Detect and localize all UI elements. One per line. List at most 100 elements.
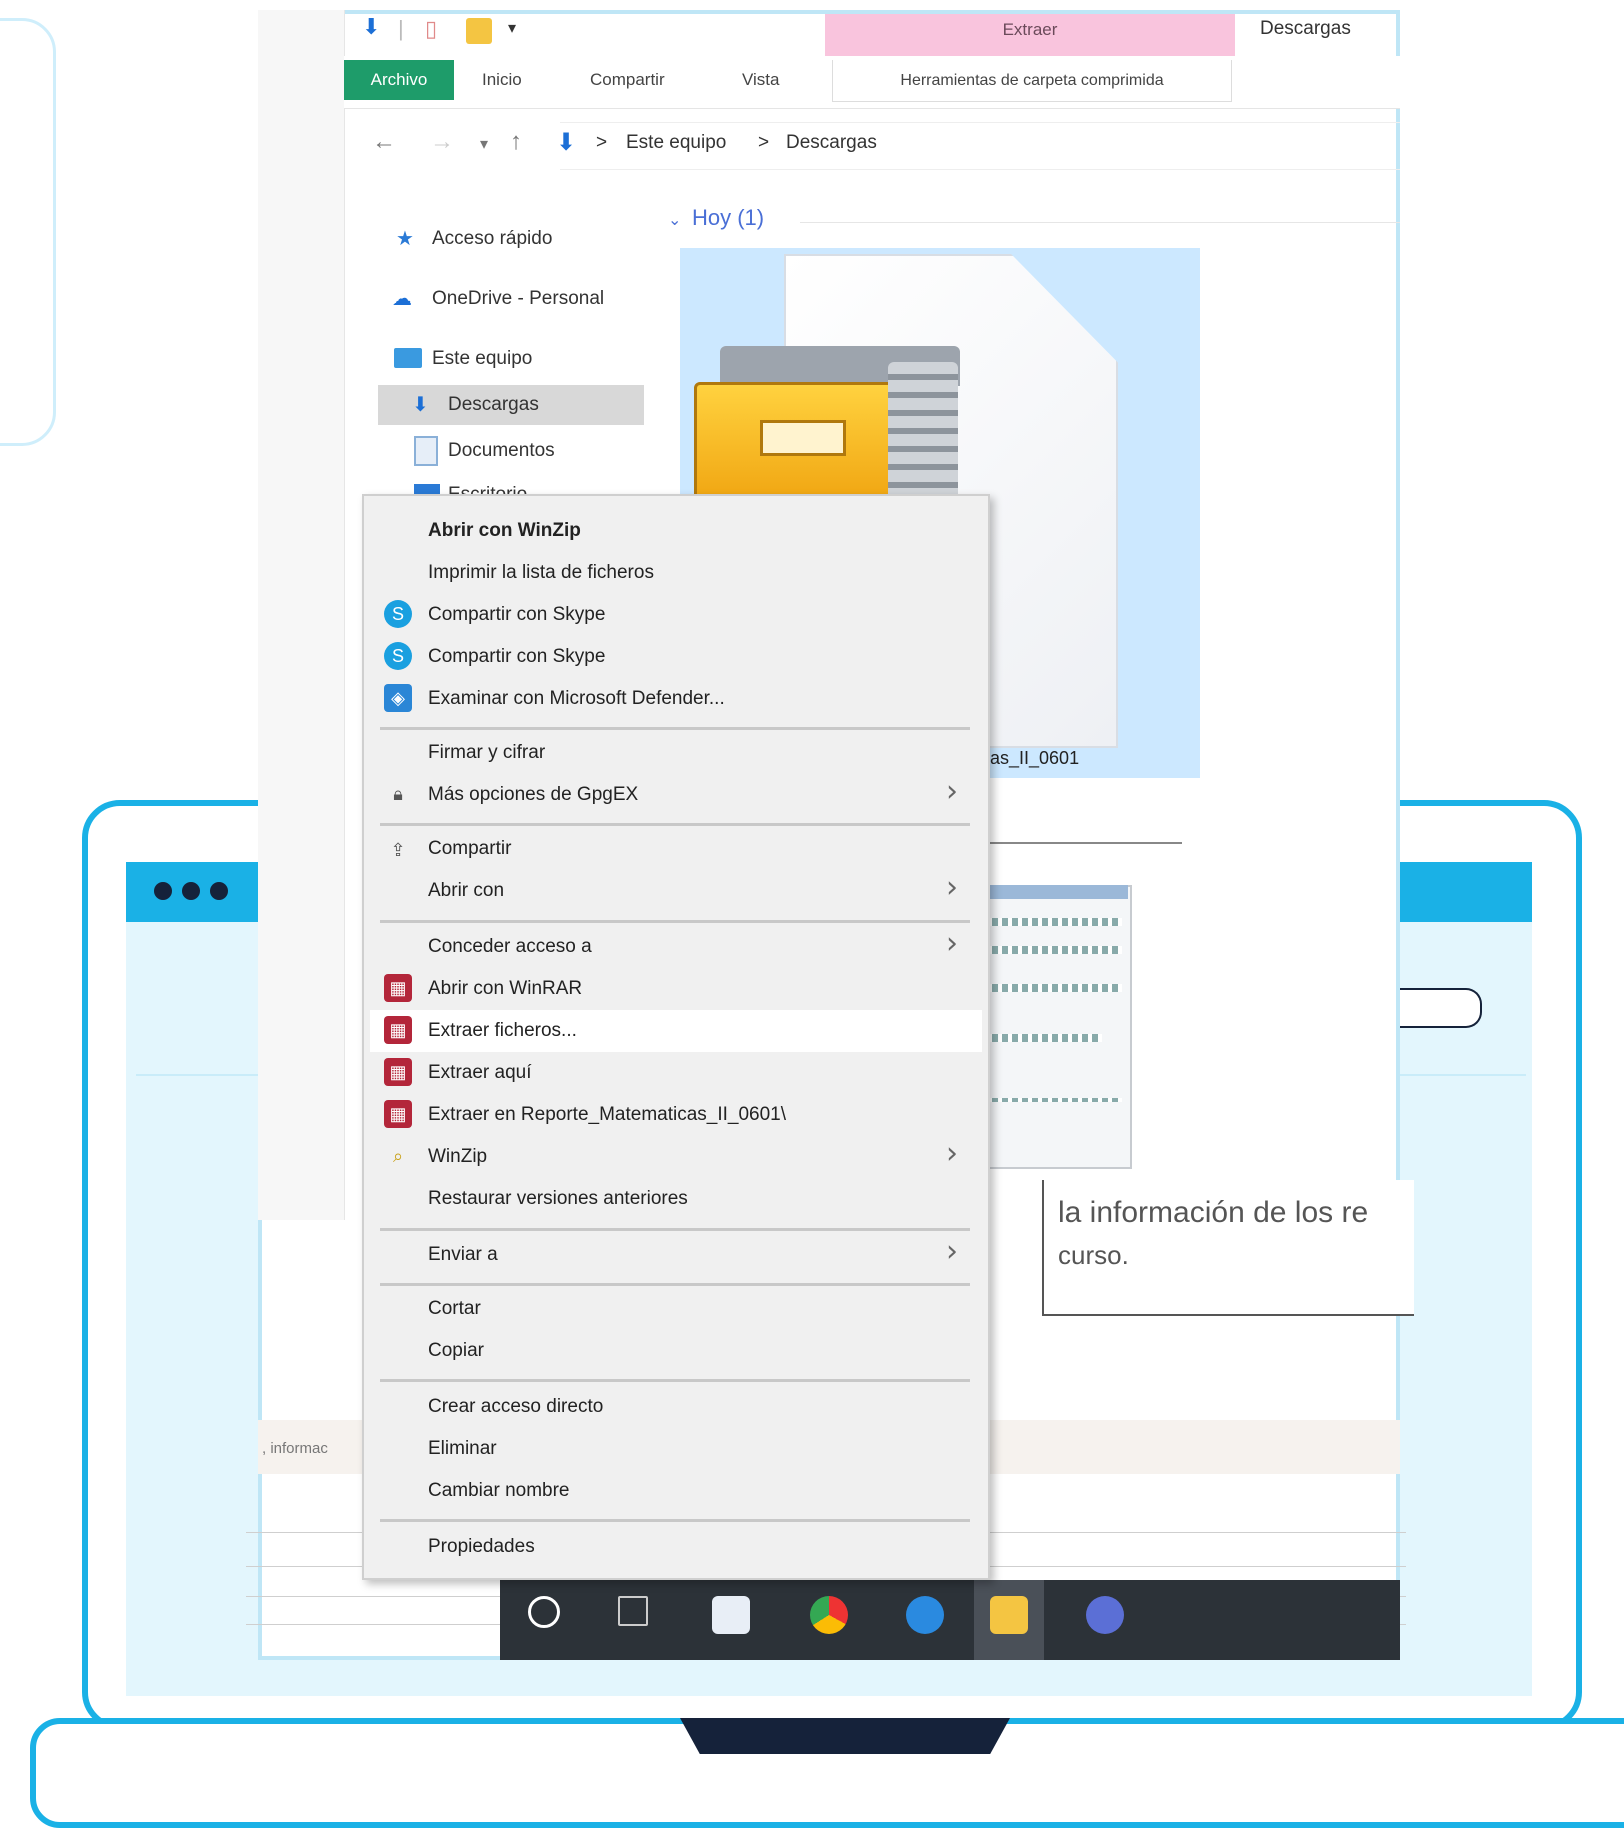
- winrar-icon: ▦: [384, 1058, 412, 1086]
- menu-item-crear-acceso-directo[interactable]: Crear acceso directo: [428, 1396, 603, 1418]
- recent-dropdown-icon[interactable]: ▾: [480, 134, 488, 154]
- menu-item-propiedades[interactable]: Propiedades: [428, 1536, 535, 1558]
- file-name-label: as_II_0601: [990, 748, 1080, 768]
- window-dot-icon: [210, 882, 228, 900]
- menu-item-extraer-ficheros[interactable]: Extraer ficheros...: [428, 1020, 577, 1042]
- breadcrumb-separator: >: [596, 132, 608, 153]
- nav-item-este-equipo[interactable]: Este equipo: [432, 348, 532, 370]
- menu-item-winzip[interactable]: WinZip: [428, 1146, 487, 1168]
- group-header[interactable]: Hoy (1): [692, 205, 764, 231]
- menu-separator: [380, 1519, 970, 1522]
- defender-icon: ◈: [384, 684, 412, 712]
- menu-item-abrir-con-winzip[interactable]: Abrir con WinZip: [428, 520, 581, 542]
- menu-item-conceder-acceso[interactable]: Conceder acceso a: [428, 936, 592, 958]
- document-text-line: la información de los re: [1058, 1196, 1369, 1229]
- teams-icon[interactable]: [1086, 1596, 1124, 1634]
- decorative-frame: [0, 18, 56, 446]
- menu-item-abrir-winrar[interactable]: Abrir con WinRAR: [428, 978, 582, 1000]
- properties-icon[interactable]: ▯: [425, 16, 437, 42]
- lock-icon: 🔒︎: [393, 784, 403, 804]
- document-text-line: curso.: [1058, 1240, 1129, 1270]
- menu-separator: [380, 1283, 970, 1286]
- file-explorer-icon[interactable]: [990, 1596, 1028, 1634]
- window-dot-icon: [154, 882, 172, 900]
- tab-archivo[interactable]: Archivo: [344, 60, 454, 100]
- winrar-icon: ▦: [384, 974, 412, 1002]
- qat-dropdown-icon[interactable]: ▾: [508, 18, 516, 38]
- nav-item-escritorio[interactable]: Escritorio: [448, 484, 527, 494]
- menu-item-copiar[interactable]: Copiar: [428, 1340, 484, 1362]
- tab-inicio[interactable]: Inicio: [482, 70, 522, 90]
- search-icon[interactable]: [528, 1596, 560, 1628]
- browser-search-field[interactable]: [1390, 988, 1482, 1028]
- download-icon: ⬇: [556, 129, 577, 156]
- preview-header-bar: [978, 885, 1128, 899]
- preview-text-line: [982, 946, 1122, 954]
- menu-item-restaurar-versiones[interactable]: Restaurar versiones anteriores: [428, 1188, 688, 1210]
- preview-thumbnail: [978, 885, 1132, 1169]
- menu-item-cambiar-nombre[interactable]: Cambiar nombre: [428, 1480, 570, 1502]
- tab-compartir[interactable]: Compartir: [590, 70, 665, 90]
- menu-item-examinar-defender[interactable]: Examinar con Microsoft Defender...: [428, 688, 725, 710]
- winzip-icon: ⌕: [392, 1146, 404, 1166]
- menu-item-enviar-a[interactable]: Enviar a: [428, 1244, 498, 1266]
- preview-text-line: [982, 984, 1122, 992]
- menu-item-imprimir-lista[interactable]: Imprimir la lista de ficheros: [428, 562, 654, 584]
- winrar-icon: ▦: [384, 1016, 412, 1044]
- menu-separator: [380, 920, 970, 923]
- window-edge: [258, 10, 345, 1220]
- menu-item-abrir-con[interactable]: Abrir con: [428, 880, 504, 902]
- archive-handle-icon: [760, 420, 846, 456]
- chevron-right-icon: ›: [946, 1234, 958, 1269]
- folder-icon[interactable]: [466, 18, 492, 44]
- menu-item-firmar-cifrar[interactable]: Firmar y cifrar: [428, 742, 545, 764]
- chevron-down-icon[interactable]: ⌄: [668, 210, 681, 230]
- status-text: , informac: [262, 1440, 328, 1457]
- menu-separator: [380, 823, 970, 826]
- menu-item-extraer-aqui[interactable]: Extraer aquí: [428, 1062, 532, 1084]
- up-arrow-icon[interactable]: ↑: [510, 128, 522, 156]
- star-icon: ★: [396, 228, 414, 250]
- chrome-icon[interactable]: [810, 1596, 848, 1634]
- back-arrow-icon[interactable]: ←: [372, 128, 396, 156]
- menu-separator: [380, 1379, 970, 1382]
- chevron-right-icon: ›: [946, 774, 958, 809]
- contextual-tab-label: Extraer: [1002, 20, 1058, 39]
- menu-item-extraer-en-carpeta[interactable]: Extraer en Reporte_Matematicas_II_0601\: [428, 1104, 786, 1126]
- menu-separator: [380, 727, 970, 730]
- window-title: Descargas: [1260, 18, 1351, 39]
- preview-text-line: [982, 1098, 1122, 1102]
- tab-vista[interactable]: Vista: [742, 70, 780, 90]
- task-view-icon[interactable]: [618, 1596, 648, 1626]
- winrar-icon: ▦: [384, 1100, 412, 1128]
- preview-text-line: [982, 918, 1122, 926]
- preview-text-line: [982, 1034, 1102, 1042]
- breadcrumb-separator: >: [758, 132, 770, 153]
- computer-icon: [394, 348, 422, 368]
- nav-item-descargas[interactable]: Descargas: [448, 394, 539, 416]
- breadcrumb-descargas[interactable]: Descargas: [786, 132, 877, 154]
- skype-icon: S: [384, 600, 412, 628]
- menu-item-compartir-skype[interactable]: Compartir con Skype: [428, 646, 605, 668]
- zipper-icon: [888, 362, 958, 512]
- menu-item-compartir-skype[interactable]: Compartir con Skype: [428, 604, 605, 626]
- edge-icon[interactable]: [906, 1596, 944, 1634]
- calendar-icon[interactable]: [712, 1596, 750, 1634]
- breadcrumb-este-equipo[interactable]: Este equipo: [626, 132, 726, 154]
- menu-item-compartir[interactable]: Compartir: [428, 838, 511, 860]
- menu-item-opciones-gpgex[interactable]: Más opciones de GpgEX: [428, 784, 638, 806]
- tab-compressed-folder-tools[interactable]: Herramientas de carpeta comprimida: [832, 60, 1232, 102]
- forward-arrow-icon[interactable]: →: [430, 128, 454, 156]
- skype-icon: S: [384, 642, 412, 670]
- download-icon: ⬇: [412, 394, 429, 416]
- nav-item-acceso-rapido[interactable]: Acceso rápido: [432, 228, 552, 250]
- nav-item-documentos[interactable]: Documentos: [448, 440, 555, 462]
- separator: |: [398, 16, 404, 41]
- nav-item-onedrive[interactable]: OneDrive - Personal: [432, 288, 604, 310]
- desktop-icon: [414, 484, 440, 494]
- chevron-right-icon: ›: [946, 1136, 958, 1171]
- download-icon[interactable]: ⬇: [362, 14, 380, 40]
- menu-item-cortar[interactable]: Cortar: [428, 1298, 481, 1320]
- chevron-right-icon: ›: [946, 870, 958, 905]
- menu-item-eliminar[interactable]: Eliminar: [428, 1438, 497, 1460]
